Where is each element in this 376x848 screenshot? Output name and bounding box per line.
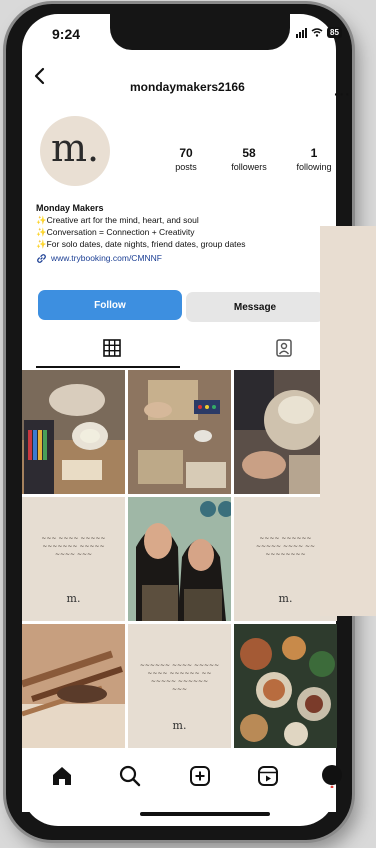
avatar-logo: m. (50, 126, 100, 170)
battery-icon: 85 (327, 27, 342, 38)
quote-text-graphic: ~~~~ ~~~~~~ ~~~~~ ~~~~ ~~ ~~~~~~~~ (255, 535, 316, 558)
active-tab-indicator (36, 366, 180, 368)
avatar[interactable]: m. (40, 116, 110, 186)
home-indicator (140, 812, 270, 816)
craft-table-photo (128, 370, 231, 494)
phone-notch (110, 14, 290, 50)
following-stat[interactable]: 1 following (290, 146, 338, 172)
status-time: 9:24 (52, 26, 81, 42)
posts-count: 70 (179, 146, 193, 160)
back-arrow-icon[interactable] (32, 66, 48, 86)
brushes-photo (22, 624, 125, 748)
message-button[interactable]: Message (186, 292, 324, 322)
grazing-platter-photo (234, 624, 337, 748)
sparkle-icon: ✨ (36, 239, 47, 249)
post-logo: m. (172, 719, 187, 732)
profile-username: mondaymakers2166 (130, 80, 245, 94)
bottom-navigation (22, 752, 342, 812)
post-thumbnail[interactable] (128, 370, 231, 494)
bio-link-text[interactable]: www.trybooking.com/CMNNF (51, 252, 162, 264)
post-thumbnail[interactable] (234, 624, 337, 748)
bio-line: ✨Conversation = Connection + Creativity (36, 227, 195, 237)
search-icon[interactable] (118, 764, 142, 788)
beige-backdrop-card (320, 226, 376, 616)
bio-link[interactable]: www.trybooking.com/CMNNF (36, 252, 326, 264)
link-icon (37, 253, 46, 263)
followers-label: followers (231, 162, 267, 172)
home-icon[interactable] (50, 764, 74, 788)
post-thumbnail[interactable] (128, 497, 231, 621)
grid-icon[interactable] (102, 338, 122, 358)
sparkle-icon: ✨ (36, 227, 47, 237)
posts-stat[interactable]: 70 posts (166, 146, 206, 172)
bio-line: ✨Creative art for the mind, heart, and s… (36, 215, 199, 225)
profile-name: Monday Makers (36, 203, 104, 213)
signal-icon (296, 27, 307, 38)
selfie-photo (128, 497, 231, 621)
post-thumbnail[interactable] (22, 624, 125, 748)
posts-grid: ~~~ ~~~~ ~~~~~ ~~~~~~~ ~~~~~ ~~~~ ~~~ m. ~… (22, 370, 337, 750)
more-options-icon[interactable]: ··· (334, 86, 351, 102)
reels-icon[interactable] (256, 764, 280, 788)
tagged-icon[interactable] (274, 338, 294, 358)
quote-text-graphic: ~~~~~~ ~~~~ ~~~~~ ~~~~ ~~~~~~ ~~ ~~~~~ ~~~… (139, 662, 220, 693)
posts-label: posts (175, 162, 197, 172)
following-count: 1 (310, 146, 318, 160)
profile-bio: Monday Makers ✨Creative art for the mind… (36, 202, 326, 264)
bio-line: ✨For solo dates, date nights, friend dat… (36, 239, 246, 249)
status-icons: 85 (296, 27, 342, 38)
create-icon[interactable] (188, 764, 212, 788)
quote-text-graphic: ~~~ ~~~~ ~~~~~ ~~~~~~~ ~~~~~ ~~~~ ~~~ (41, 535, 106, 558)
craft-workshop-photo (22, 370, 125, 494)
post-thumbnail[interactable] (22, 370, 125, 494)
following-label: following (296, 162, 332, 172)
post-thumbnail[interactable]: ~~~~~~ ~~~~ ~~~~~ ~~~~ ~~~~~~ ~~ ~~~~~ ~~~… (128, 624, 231, 748)
profile-icon[interactable] (320, 764, 344, 788)
post-thumbnail[interactable]: ~~~ ~~~~ ~~~~~ ~~~~~~~ ~~~~~ ~~~~ ~~~ m. (22, 497, 125, 621)
sparkle-icon: ✨ (36, 215, 47, 225)
follow-button[interactable]: Follow (38, 290, 182, 320)
wifi-icon (311, 28, 323, 37)
followers-count: 58 (242, 146, 256, 160)
post-logo: m. (66, 592, 81, 605)
followers-stat[interactable]: 58 followers (224, 146, 274, 172)
